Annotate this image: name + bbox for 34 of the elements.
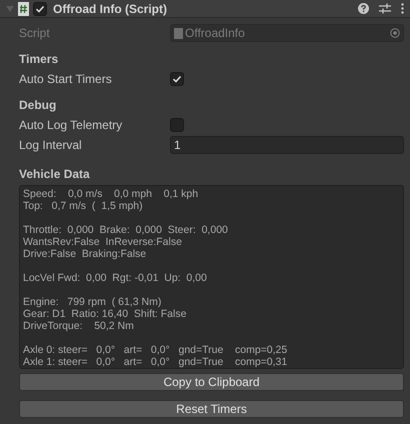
number-field[interactable]: 1 (170, 136, 404, 154)
component-title: Offroad Info (Script) (53, 0, 167, 18)
checkbox[interactable] (170, 118, 184, 132)
script-file-icon (174, 28, 183, 38)
checkbox[interactable] (33, 2, 47, 16)
telemetry-line: Throttle: 0,000 Brake: 0,000 Steer: 0,000 (23, 224, 229, 236)
section-header: Debug (19, 97, 58, 114)
field-label: Auto Log Telemetry (19, 117, 124, 134)
checkmark-icon (35, 4, 45, 14)
action-button[interactable]: Copy to Clipboard (19, 373, 404, 391)
more-options-icon[interactable] (401, 3, 404, 14)
field-label: Log Interval (19, 137, 83, 154)
telemetry-line: Gear: D1 Ratio: 16,40 Shift: False (23, 308, 188, 320)
telemetry-line: Top: 0,7 m/s ( 1,5 mph) (23, 200, 144, 212)
section-header: Timers (19, 51, 60, 68)
field-label: Auto Start Timers (19, 71, 113, 88)
telemetry-line: Engine: 799 rpm ( 61,3 Nm) (23, 296, 162, 308)
object-picker-icon[interactable] (390, 28, 400, 38)
telemetry-line: WantsRev:False InReverse:False (23, 236, 183, 248)
script-file-icon (18, 2, 29, 16)
telemetry-line: LocVel Fwd: 0,00 Rgt: -0,01 Up: 0,00 (23, 272, 208, 284)
telemetry-line: DriveTorque: 50,2 Nm (23, 320, 135, 332)
field-label: Script (19, 25, 51, 42)
telemetry-line: Drive:False Braking:False (23, 248, 148, 260)
checkmark-icon (172, 74, 182, 84)
field-value: OffroadInfo (185, 25, 246, 42)
sliders-icon[interactable] (379, 3, 391, 14)
checkbox[interactable] (170, 72, 184, 86)
help-icon[interactable] (358, 3, 369, 14)
telemetry-line: Axle 0: steer= 0,0° art= 0,0° gnd=True comp=0,25 (23, 344, 288, 356)
section-header: Vehicle Data (19, 166, 91, 183)
action-button[interactable]: Reset Timers (19, 400, 404, 418)
telemetry-line: Speed: 0,0 m/s 0,0 mph 0,1 kph (23, 188, 200, 200)
telemetry-line: Axle 1: steer= 0,0° art= 0,0° gnd=True comp=0,31 (23, 356, 288, 368)
